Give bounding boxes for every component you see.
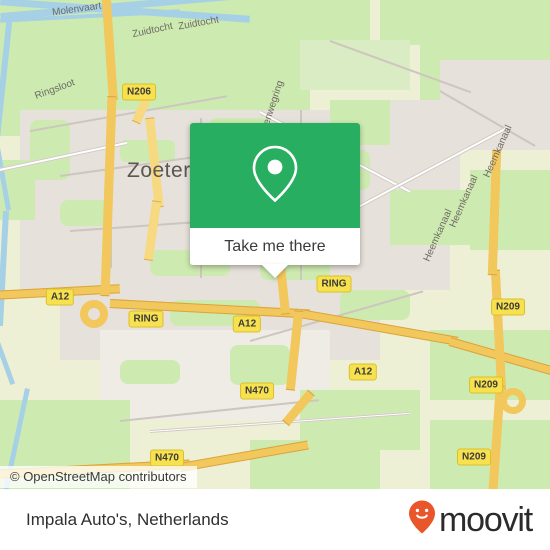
map-shield-n209: N209 [457, 448, 491, 466]
map-interchange-loop [500, 388, 526, 414]
map-attribution[interactable]: © OpenStreetMap contributors [0, 466, 197, 488]
map-greenspace [380, 0, 550, 45]
popup-pointer [261, 264, 289, 278]
map-shield-n206: N206 [122, 83, 156, 101]
map-shield-ring: RING [316, 275, 352, 293]
place-title: Impala Auto's, Netherlands [26, 509, 229, 529]
take-me-there-label: Take me there [224, 237, 326, 255]
map-shield-a12: A12 [348, 363, 378, 381]
map-shield-ring: RING [128, 310, 164, 328]
map-shield-a12: A12 [232, 315, 262, 333]
map-shield-n209: N209 [491, 298, 525, 316]
footer-bar: Impala Auto's, Netherlands moovit [0, 489, 550, 550]
take-me-there-button[interactable]: Take me there [190, 228, 360, 265]
moovit-wordmark: moovit [439, 500, 533, 539]
moovit-logo[interactable]: moovit [407, 499, 533, 540]
moovit-pin-smiley-icon [407, 499, 437, 540]
map-shield-n209: N209 [469, 376, 503, 394]
popup-pin-area [190, 123, 360, 228]
map-shield-n470: N470 [150, 449, 184, 467]
map-farmland [470, 170, 550, 250]
location-popup-card[interactable]: Take me there [190, 123, 360, 278]
map-park [120, 360, 180, 384]
map-park [230, 345, 290, 385]
moovit-map-screenshot: Zoetermeer Molenvaart Zuidtocht Zuidtoch… [0, 0, 550, 550]
map-interchange-loop [80, 300, 108, 328]
map-shield-a12: A12 [45, 288, 75, 306]
location-pin-icon [247, 141, 303, 210]
map-canvas[interactable]: Zoetermeer Molenvaart Zuidtocht Zuidtoch… [0, 0, 550, 490]
map-shield-n470: N470 [240, 382, 274, 400]
